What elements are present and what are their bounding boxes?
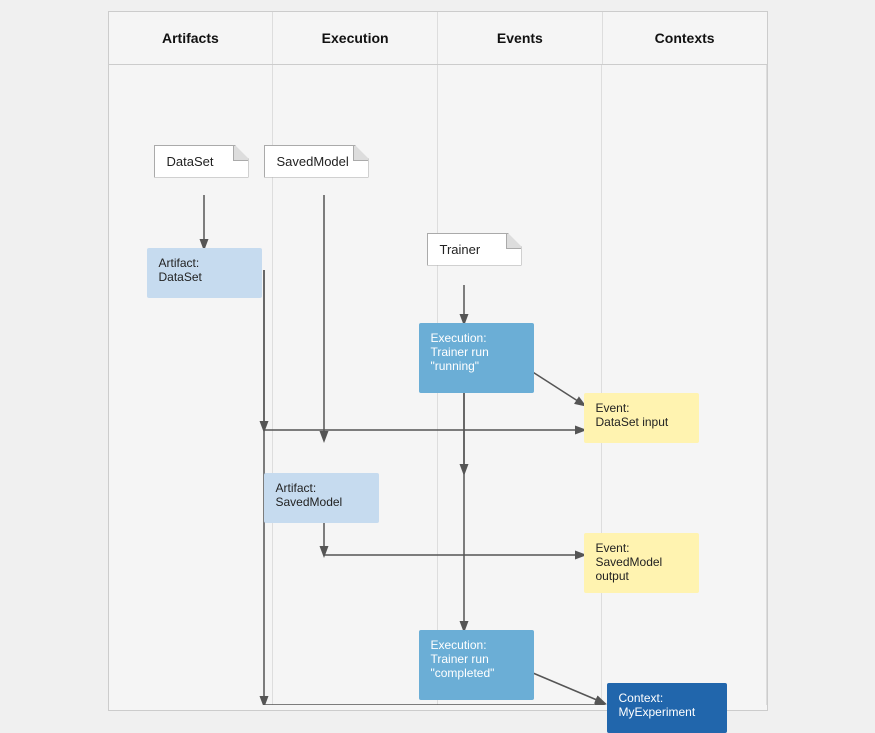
col-header-artifacts: Artifacts bbox=[109, 12, 274, 64]
execution-running-node: Execution: Trainer run "running" bbox=[419, 323, 534, 393]
columns-body: DataSet SavedModel Artifact: DataSet Tra… bbox=[109, 65, 767, 705]
execution-completed-node: Execution: Trainer run "completed" bbox=[419, 630, 534, 700]
col-header-contexts: Contexts bbox=[603, 12, 767, 64]
context-myexperiment-node: Context: MyExperiment bbox=[607, 683, 727, 733]
dataset-type-node: DataSet bbox=[154, 145, 249, 178]
columns-header: Artifacts Execution Events Contexts bbox=[109, 12, 767, 65]
event-savedmodel-output-node: Event: SavedModel output bbox=[584, 533, 699, 593]
artifact-savedmodel-node: Artifact: SavedModel bbox=[264, 473, 379, 523]
artifact-dataset-node: Artifact: DataSet bbox=[147, 248, 262, 298]
trainer-type-node: Trainer bbox=[427, 233, 522, 266]
col-header-events: Events bbox=[438, 12, 603, 64]
event-dataset-input-node: Event: DataSet input bbox=[584, 393, 699, 443]
savedmodel-type-node: SavedModel bbox=[264, 145, 369, 178]
lane-contexts bbox=[602, 65, 767, 705]
col-header-execution: Execution bbox=[273, 12, 438, 64]
diagram-container: Artifacts Execution Events Contexts bbox=[108, 11, 768, 711]
